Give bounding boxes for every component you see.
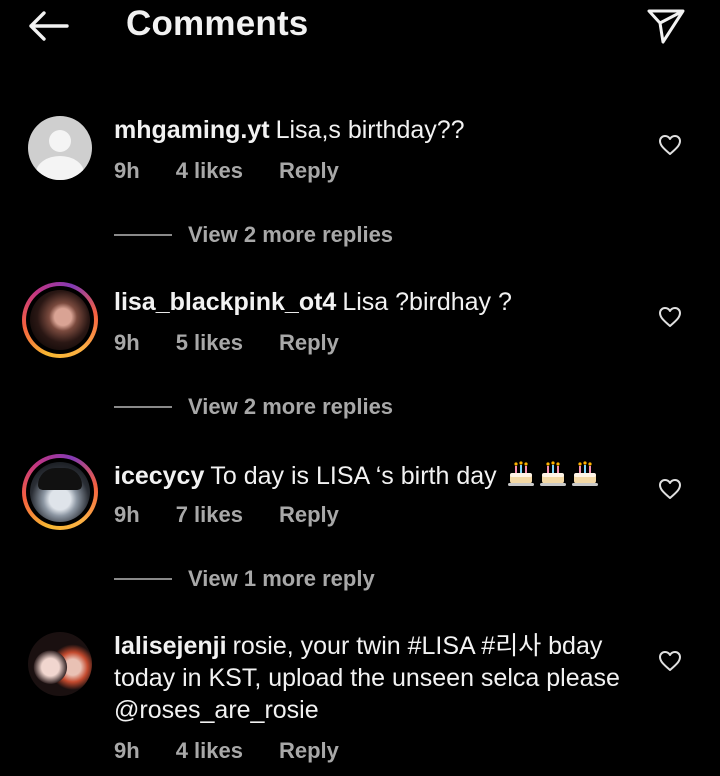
like-button[interactable]	[656, 476, 684, 502]
comment-meta: 9h 5 likes Reply	[114, 330, 375, 356]
story-ring-avatar[interactable]	[22, 454, 98, 530]
view-replies-label: View 2 more replies	[188, 394, 394, 419]
comment-text: Lisa,s birthday??	[275, 116, 465, 144]
arrow-left-icon	[29, 11, 69, 41]
comment-username[interactable]: icecycy	[114, 462, 204, 490]
view-replies-button[interactable]: View 2 more replies	[114, 392, 393, 422]
view-replies-label: View 1 more reply	[188, 566, 375, 591]
reply-button[interactable]: Reply	[279, 330, 339, 355]
comment-time: 9h	[114, 738, 140, 763]
comment-username[interactable]: lalisejenji	[114, 632, 227, 660]
comment-likes[interactable]: 4 likes	[176, 158, 243, 183]
story-ring-avatar[interactable]	[22, 282, 98, 358]
birthday-cake-emoji	[507, 461, 534, 486]
heart-icon	[659, 479, 681, 499]
reply-button[interactable]: Reply	[279, 158, 339, 183]
avatar-head-shape	[49, 130, 71, 152]
birthday-cake-emoji	[539, 461, 566, 486]
reply-button[interactable]: Reply	[279, 738, 339, 763]
comment-body: lisa_blackpink_ot4 Lisa ?birdhay ?	[114, 286, 644, 318]
comment-time: 9h	[114, 330, 140, 355]
paper-plane-icon	[647, 9, 685, 44]
heart-icon	[659, 307, 681, 327]
heart-icon	[659, 651, 681, 671]
replies-divider	[114, 578, 172, 580]
comment-likes[interactable]: 5 likes	[176, 330, 243, 355]
birthday-cake-emoji	[571, 461, 598, 486]
avatar-body-shape	[36, 156, 84, 180]
comment-body: lalisejenji rosie, your twin #LISA #리사 bd…	[114, 630, 634, 726]
profile-photo	[30, 290, 90, 350]
view-replies-button[interactable]: View 1 more reply	[114, 564, 375, 594]
page-title: Comments	[126, 4, 309, 43]
top-bar: Comments	[0, 0, 720, 56]
share-button[interactable]	[644, 5, 688, 47]
comment-meta: 9h 4 likes Reply	[114, 158, 375, 184]
comment-text: Lisa ?birdhay ?	[342, 288, 512, 316]
view-replies-label: View 2 more replies	[188, 222, 394, 247]
reply-button[interactable]: Reply	[279, 502, 339, 527]
comment-body: icecycy To day is LISA ‘s birth day	[114, 458, 644, 492]
comment-meta: 9h 4 likes Reply	[114, 738, 375, 764]
profile-photo	[30, 462, 90, 522]
view-replies-button[interactable]: View 2 more replies	[114, 220, 393, 250]
comment-likes[interactable]: 4 likes	[176, 738, 243, 763]
like-button[interactable]	[656, 132, 684, 158]
heart-icon	[659, 135, 681, 155]
comment-time: 9h	[114, 502, 140, 527]
back-button[interactable]	[26, 8, 70, 44]
comment-username[interactable]: mhgaming.yt	[114, 116, 270, 144]
comment-username[interactable]: lisa_blackpink_ot4	[114, 288, 336, 316]
replies-divider	[114, 234, 172, 236]
like-button[interactable]	[656, 304, 684, 330]
comment-text: To day is LISA ‘s birth day	[210, 462, 497, 490]
profile-avatar[interactable]	[28, 632, 92, 696]
replies-divider	[114, 406, 172, 408]
comment-likes[interactable]: 7 likes	[176, 502, 243, 527]
comment-time: 9h	[114, 158, 140, 183]
like-button[interactable]	[656, 648, 684, 674]
default-profile-avatar[interactable]	[28, 116, 92, 180]
comment-meta: 9h 7 likes Reply	[114, 502, 375, 528]
comment-body: mhgaming.yt Lisa,s birthday??	[114, 114, 644, 146]
